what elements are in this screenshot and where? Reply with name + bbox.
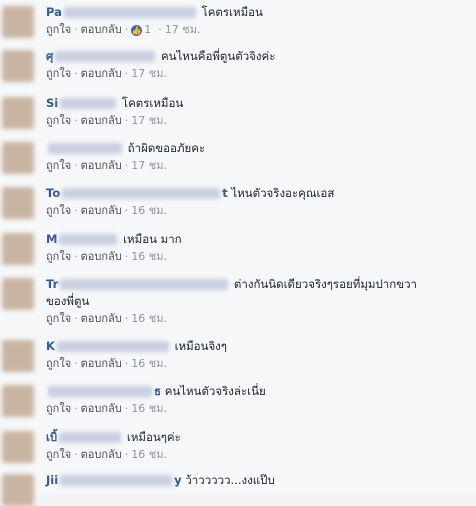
commenter-name-end[interactable]: y [174, 473, 182, 487]
avatar[interactable] [2, 340, 34, 372]
commenter-name[interactable]: M [46, 232, 57, 246]
reply-link[interactable]: ตอบกลับ [81, 159, 122, 172]
avatar[interactable] [2, 474, 34, 506]
reply-link[interactable]: ตอบกลับ [81, 357, 122, 370]
avatar[interactable] [2, 142, 34, 174]
commenter-name[interactable]: เบิ้ [46, 430, 57, 444]
blurred-name [59, 432, 122, 443]
reply-link[interactable]: ตอบกลับ [81, 312, 122, 325]
comment-text: คนไหนคือพี่ตูนตัวจิงค่ะ [160, 49, 276, 63]
comment-text: คนไหนตัวจริงล่ะเนี่ย [164, 384, 266, 398]
comment-text: ว้าววววว...งงแป๊บ [185, 473, 275, 487]
reply-link[interactable]: ตอบกลับ [81, 67, 122, 80]
like-count[interactable]: 1 [144, 23, 151, 36]
reply-link[interactable]: ตอบกลับ [81, 448, 122, 461]
avatar[interactable] [2, 385, 34, 417]
like-link[interactable]: ถูกใจ [46, 204, 71, 217]
commenter-name[interactable]: Jii [46, 473, 58, 487]
blurred-name [62, 188, 221, 199]
avatar[interactable] [2, 233, 34, 265]
avatar[interactable] [2, 187, 34, 219]
blurred-name [48, 143, 122, 154]
like-icon: 👍 [131, 24, 143, 36]
timestamp[interactable]: 16 ชม. [131, 402, 167, 415]
timestamp[interactable]: 16 ชม. [131, 250, 167, 263]
comment-text: โคตรเหมือน [121, 96, 184, 110]
blurred-name [63, 7, 196, 18]
timestamp[interactable]: 17 ชม. [165, 23, 201, 36]
like-link[interactable]: ถูกใจ [46, 159, 71, 172]
like-link[interactable]: ถูกใจ [46, 312, 71, 325]
reply-link[interactable]: ตอบกลับ [81, 402, 122, 415]
commenter-name[interactable]: Pa [46, 5, 62, 19]
timestamp[interactable]: 16 ชม. [131, 312, 167, 325]
blurred-name [60, 475, 173, 486]
blurred-name [60, 279, 229, 290]
commenter-name-end[interactable]: ธ [154, 384, 161, 398]
blurred-name [48, 386, 152, 397]
comment-text: เหมือนๆค่ะ [126, 430, 181, 444]
blurred-name [56, 341, 169, 352]
timestamp[interactable]: 17 ชม. [131, 67, 167, 80]
reply-link[interactable]: ตอบกลับ [81, 114, 122, 127]
timestamp[interactable]: 16 ชม. [131, 448, 167, 461]
commenter-name[interactable]: To [46, 186, 60, 200]
comment-text: เหมือน มาก [123, 232, 182, 246]
blurred-name [60, 98, 117, 109]
like-link[interactable]: ถูกใจ [46, 67, 71, 80]
avatar[interactable] [2, 278, 34, 310]
comment-text: โคตรเหมือน [201, 5, 263, 19]
commenter-name[interactable]: Si [46, 96, 58, 110]
like-link[interactable]: ถูกใจ [46, 357, 71, 370]
reply-link[interactable]: ตอบกลับ [81, 250, 122, 263]
timestamp[interactable]: 16 ชม. [131, 204, 167, 217]
commenter-name[interactable]: K [46, 339, 55, 353]
comment-text: ถ้าผิดขออภัยคะ [127, 141, 206, 155]
like-link[interactable]: ถูกใจ [46, 402, 71, 415]
commenter-name[interactable]: ศุ [46, 49, 53, 63]
timestamp[interactable]: 17 ชม. [131, 159, 167, 172]
like-link[interactable]: ถูกใจ [46, 448, 71, 461]
commenter-name-end[interactable]: t [222, 186, 228, 200]
reply-link[interactable]: ตอบกลับ [81, 23, 122, 36]
timestamp[interactable]: 16 ชม. [131, 357, 167, 370]
comment-text: ต่างกันนิดเดียวจริงๆรอยที่มุมปากขวา [233, 277, 417, 291]
commenter-name[interactable]: Tr [46, 277, 58, 291]
like-link[interactable]: ถูกใจ [46, 250, 71, 263]
comments-panel: Pa โคตรเหมือน ถูกใจ · ตอบกลับ · 👍 1 · 17 ชม. ศุ… [0, 0, 476, 506]
reply-link[interactable]: ตอบกลับ [81, 204, 122, 217]
avatar[interactable] [2, 431, 34, 463]
blurred-name [55, 51, 156, 62]
like-link[interactable]: ถูกใจ [46, 23, 71, 36]
comment-text: ไหนตัวจริงอะคุณเอส [231, 186, 335, 200]
comment-text-continued: ของพี่ตูน [46, 294, 90, 308]
timestamp[interactable]: 17 ชม. [131, 114, 167, 127]
comment-text: เหมือนจิงๆ [174, 339, 227, 353]
blurred-name [59, 234, 118, 245]
avatar[interactable] [2, 50, 34, 82]
avatar[interactable] [2, 97, 34, 129]
avatar[interactable] [2, 6, 34, 38]
like-link[interactable]: ถูกใจ [46, 114, 71, 127]
